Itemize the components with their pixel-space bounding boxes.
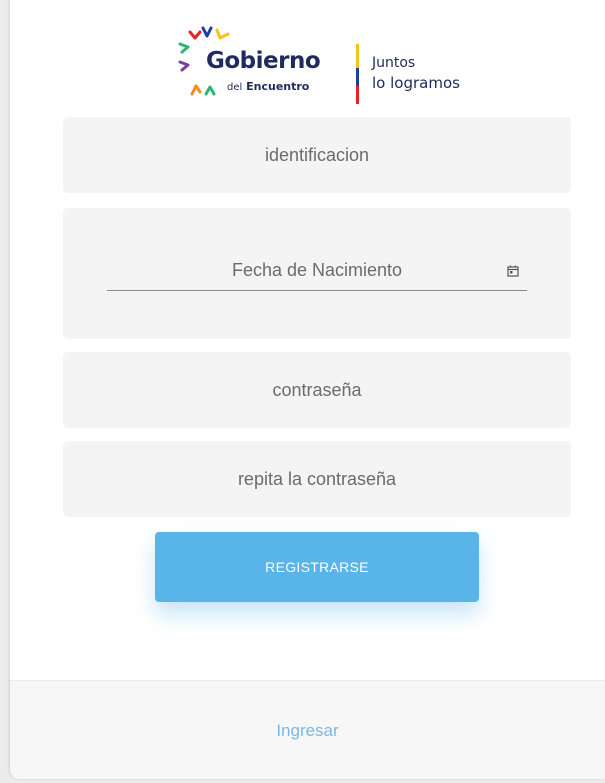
logo-tagline-2: lo logramos — [372, 74, 460, 92]
calendar-icon[interactable] — [507, 265, 519, 277]
logo-title: Gobierno — [206, 48, 321, 74]
government-logo: Gobierno del Encuentro Juntos lo logramo… — [172, 20, 492, 108]
identification-field[interactable]: identificacion — [63, 117, 571, 193]
birthdate-field[interactable]: Fecha de Nacimiento — [63, 208, 571, 339]
password-placeholder: contraseña — [272, 380, 362, 400]
logo-subtitle-prefix: del — [227, 82, 243, 93]
repeat-password-field[interactable]: repita la contraseña — [63, 441, 571, 517]
register-button[interactable]: REGISTRARSE — [155, 532, 479, 602]
card-footer: Ingresar — [10, 680, 605, 779]
logo-divider — [356, 44, 359, 104]
logo-subtitle-name: Encuentro — [246, 80, 310, 93]
window-frame: Gobierno del Encuentro Juntos lo logramo… — [0, 0, 605, 783]
repeat-password-placeholder: repita la contraseña — [237, 469, 397, 489]
login-link[interactable]: Ingresar — [10, 721, 605, 741]
register-card: Gobierno del Encuentro Juntos lo logramo… — [10, 0, 605, 779]
password-field[interactable]: contraseña — [63, 352, 571, 428]
birthdate-placeholder: Fecha de Nacimiento — [231, 260, 403, 280]
logo-subtitle: del Encuentro — [227, 80, 309, 93]
logo-tagline-1: Juntos — [372, 55, 416, 71]
birthdate-input[interactable]: Fecha de Nacimiento — [107, 252, 527, 291]
identification-placeholder: identificacion — [264, 145, 370, 165]
